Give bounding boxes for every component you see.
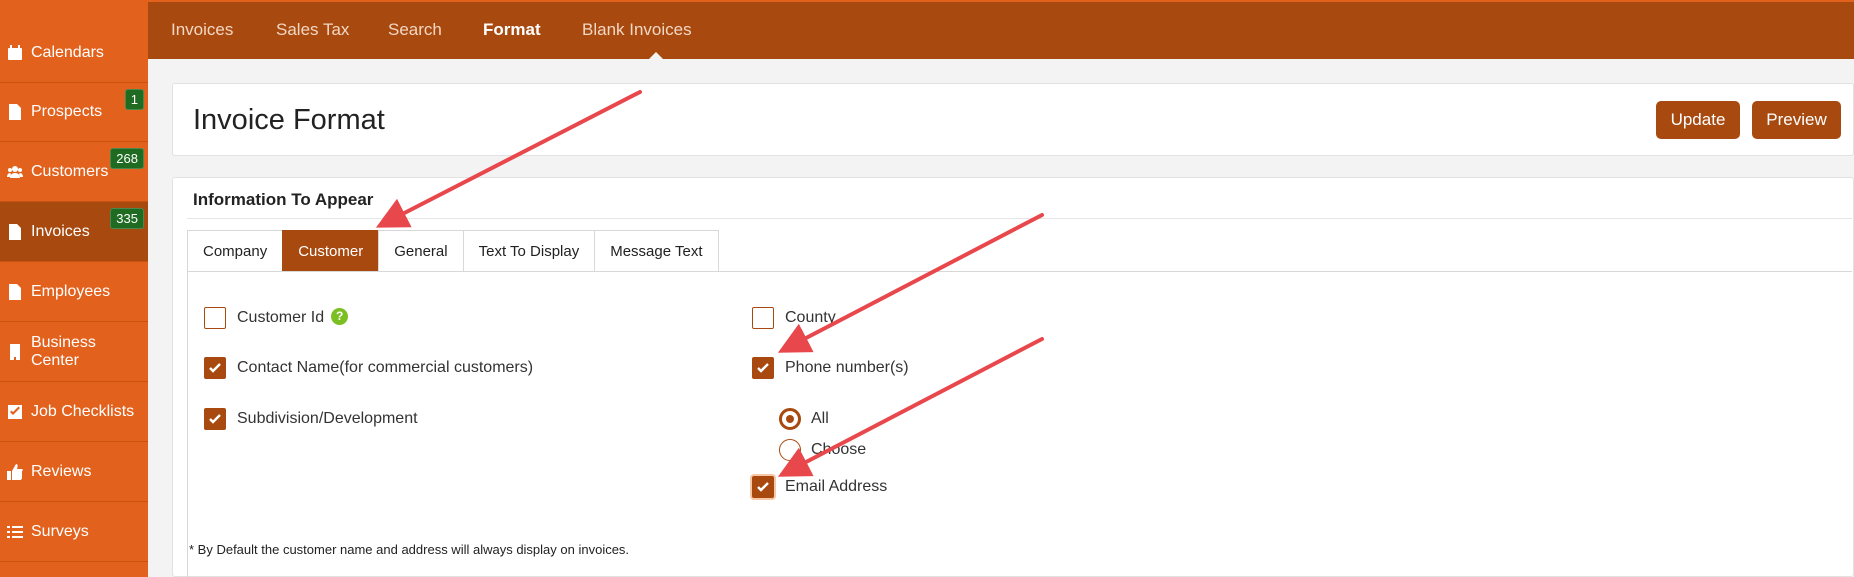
building-icon <box>5 343 25 360</box>
tab-company[interactable]: Company <box>187 230 283 272</box>
subdivision-label: Subdivision/Development <box>237 410 418 427</box>
header-panel: Invoice Format Update Preview <box>172 83 1854 156</box>
email-checkbox[interactable] <box>752 476 774 498</box>
tab-blank-invoices[interactable]: Blank Invoices <box>582 20 692 40</box>
subdivision-option[interactable]: Subdivision/Development <box>204 408 418 430</box>
tab-search[interactable]: Search <box>388 20 442 40</box>
phone-option[interactable]: Phone number(s) <box>752 357 909 379</box>
top-nav: Invoices Sales Tax Search Format Blank I… <box>148 0 1854 59</box>
calendar-icon <box>5 44 25 61</box>
phone-choose-radio[interactable] <box>779 439 801 461</box>
document-icon <box>5 223 25 240</box>
preview-button[interactable]: Preview <box>1752 101 1841 139</box>
content-panel: Information To Appear Company Customer G… <box>172 177 1854 577</box>
contact-name-option[interactable]: Contact Name(for commercial customers) <box>204 357 533 379</box>
customers-count-badge: 268 <box>110 148 144 169</box>
tab-text-to-display[interactable]: Text To Display <box>462 230 595 272</box>
phone-checkbox[interactable] <box>752 357 774 379</box>
county-label: County <box>785 309 836 326</box>
phone-choose-label: Choose <box>811 441 867 458</box>
tab-format[interactable]: Format <box>483 20 541 40</box>
customer-tab-body: Customer Id ? Contact Name(for commercia… <box>187 271 1852 577</box>
sidebar-item-label: Reviews <box>31 462 92 480</box>
tab-message-text[interactable]: Message Text <box>594 230 719 272</box>
sidebar-item-label: Prospects <box>31 102 103 120</box>
sidebar-item-calendars[interactable]: Calendars <box>0 23 148 83</box>
phone-all-radio[interactable] <box>779 408 801 430</box>
sidebar-item-job-checklists[interactable]: Job Checklists <box>0 382 148 442</box>
contact-name-checkbox[interactable] <box>204 357 226 379</box>
tab-customer[interactable]: Customer <box>282 230 379 272</box>
county-option[interactable]: County <box>752 307 836 329</box>
format-tabs: Company Customer General Text To Display… <box>187 230 719 272</box>
list-icon <box>5 524 25 540</box>
tab-invoices[interactable]: Invoices <box>171 20 233 40</box>
phone-choose-option[interactable]: Choose <box>779 439 866 461</box>
sidebar-item-customers[interactable]: Customers 268 <box>0 142 148 202</box>
customer-id-option[interactable]: Customer Id ? <box>204 307 349 329</box>
users-icon <box>5 164 25 180</box>
thumbs-up-icon <box>5 463 25 480</box>
prospects-count-badge: 1 <box>124 89 144 110</box>
sidebar: Calendars Prospects 1 Customers 268 Invo… <box>0 0 148 577</box>
invoices-count-badge: 335 <box>110 208 144 229</box>
phone-all-label: All <box>811 410 829 427</box>
email-option[interactable]: Email Address <box>752 476 887 498</box>
customer-id-checkbox[interactable] <box>204 307 226 329</box>
active-tab-caret <box>649 52 663 59</box>
tab-general[interactable]: General <box>378 230 463 272</box>
sidebar-item-label: Invoices <box>31 222 90 240</box>
sidebar-item-label: Job Checklists <box>31 402 135 420</box>
sidebar-item-prospects[interactable]: Prospects 1 <box>0 82 148 142</box>
checkbox-icon <box>5 404 25 420</box>
help-icon[interactable]: ? <box>331 307 349 325</box>
page-title: Invoice Format <box>193 104 385 136</box>
sidebar-item-label: Business Center <box>30 333 96 369</box>
email-label: Email Address <box>785 478 888 495</box>
customer-id-label: Customer Id <box>237 309 325 326</box>
county-checkbox[interactable] <box>752 307 774 329</box>
sidebar-item-label: Employees <box>31 282 111 300</box>
footnote: * By Default the customer name and addre… <box>189 542 630 557</box>
phone-label: Phone number(s) <box>785 359 909 376</box>
sidebar-item-surveys[interactable]: Surveys <box>0 502 148 562</box>
contact-name-label: Contact Name(for commercial customers) <box>237 359 534 376</box>
update-button[interactable]: Update <box>1656 101 1740 139</box>
sidebar-item-label: Customers <box>31 162 109 180</box>
sidebar-item-business-center[interactable]: Business Center <box>0 322 148 382</box>
sidebar-item-employees[interactable]: Employees <box>0 262 148 322</box>
sidebar-item-invoices[interactable]: Invoices 335 <box>0 202 148 262</box>
subdivision-checkbox[interactable] <box>204 408 226 430</box>
sidebar-item-label: Calendars <box>31 43 104 61</box>
document-icon <box>5 103 25 120</box>
sidebar-item-reviews[interactable]: Reviews <box>0 442 148 502</box>
tab-sales-tax[interactable]: Sales Tax <box>276 20 349 40</box>
phone-all-option[interactable]: All <box>779 408 829 430</box>
sidebar-item-label: Surveys <box>31 522 89 540</box>
document-icon <box>5 283 25 300</box>
section-title: Information To Appear <box>193 190 374 209</box>
divider <box>187 218 1852 219</box>
